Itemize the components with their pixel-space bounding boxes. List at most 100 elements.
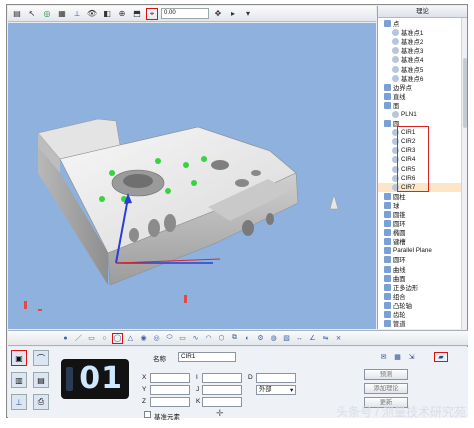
probe-tool-icon[interactable]: ⌒: [33, 350, 49, 366]
ellipse-feature-icon[interactable]: ⬭: [164, 333, 175, 344]
print-icon[interactable]: ⎙: [33, 394, 49, 410]
pointer-icon[interactable]: ↖: [26, 8, 38, 20]
polygon-feature-icon[interactable]: ⬡: [216, 333, 227, 344]
theory-tree-panel: 理论 点基准点1 基准点2 基准点3 基准点4 基准点5 基准点6 边界点 直线面 PLN1 圆 C…: [377, 6, 467, 329]
tree-item[interactable]: CIR3: [378, 146, 467, 155]
tree-item[interactable]: 圆环: [378, 219, 467, 228]
tree-item[interactable]: 基准点3: [378, 46, 467, 55]
tree-scrollbar[interactable]: [461, 18, 467, 329]
pipe-feature-icon[interactable]: ◍: [268, 333, 279, 344]
tree-item[interactable]: Parallel Plane: [378, 246, 467, 255]
select-icon[interactable]: ▤: [11, 8, 23, 20]
cylinder-feature-icon[interactable]: ◯: [112, 332, 123, 344]
zoom-icon[interactable]: ⊕: [116, 8, 128, 20]
cam-feature-icon[interactable]: ◐: [242, 333, 253, 344]
tree-item[interactable]: 曲面: [378, 274, 467, 283]
tree-item[interactable]: 圆环: [378, 255, 467, 264]
tree-item[interactable]: 球: [378, 201, 467, 210]
tree-item[interactable]: 边界点: [378, 83, 467, 92]
angle-feature-icon[interactable]: ∠: [307, 333, 318, 344]
tree-item[interactable]: 正多边形: [378, 283, 467, 292]
tree-item[interactable]: CIR1: [378, 128, 467, 137]
mail-icon[interactable]: ✉: [378, 352, 389, 362]
tree-item[interactable]: 点: [378, 19, 467, 28]
tree-item[interactable]: 基准点5: [378, 64, 467, 74]
tree-item-label: CAD模型: [393, 328, 419, 329]
chart-tool-icon[interactable]: ▤: [33, 372, 49, 388]
report-icon[interactable]: ▥: [11, 372, 27, 388]
tree-item[interactable]: 基准点6: [378, 74, 467, 83]
tree-item[interactable]: 面: [378, 101, 467, 110]
tree-item[interactable]: PLN1: [378, 110, 467, 119]
predict-button[interactable]: 预测: [364, 369, 408, 380]
intersect-feature-icon[interactable]: ⨯: [333, 333, 344, 344]
slot-feature-icon[interactable]: ▭: [177, 333, 188, 344]
tree-item[interactable]: 基准点4: [378, 55, 467, 64]
name-field[interactable]: CIR1: [178, 352, 236, 362]
tree-item[interactable]: 圆柱: [378, 192, 467, 201]
j-field[interactable]: [202, 385, 242, 395]
tree-item[interactable]: CIR5: [378, 165, 467, 174]
curve-feature-icon[interactable]: ∿: [190, 333, 201, 344]
tree-item[interactable]: 管道: [378, 319, 467, 328]
probe-icon[interactable]: ⬒: [131, 8, 143, 20]
sphere-feature-icon[interactable]: ◉: [138, 333, 149, 344]
combo-feature-icon[interactable]: ⧉: [229, 333, 240, 344]
tree-item[interactable]: CIR7: [378, 182, 467, 192]
grid-icon[interactable]: ▦: [56, 8, 68, 20]
cube-icon[interactable]: ◧: [101, 8, 113, 20]
tree-item[interactable]: CIR2: [378, 137, 467, 146]
plane-feature-icon[interactable]: ▭: [86, 333, 97, 344]
dropdown-icon[interactable]: ▾: [242, 8, 254, 20]
target-icon[interactable]: ◎: [41, 8, 53, 20]
move-icon[interactable]: ✥: [212, 8, 224, 20]
cone-feature-icon[interactable]: △: [125, 333, 136, 344]
tree-item[interactable]: 组合: [378, 292, 467, 301]
tree-item[interactable]: CAD模型: [378, 328, 467, 329]
distance-feature-icon[interactable]: ↔: [294, 333, 305, 344]
tree-item[interactable]: 直线: [378, 92, 467, 101]
tree-item[interactable]: 圆锥: [378, 210, 467, 219]
d-field[interactable]: [256, 373, 296, 383]
circle-feature-icon[interactable]: ○: [99, 333, 110, 344]
symmetry-feature-icon[interactable]: ⇋: [320, 333, 331, 344]
add-plus-icon[interactable]: ✛: [216, 408, 224, 419]
line-feature-icon[interactable]: ／: [73, 333, 84, 344]
eye-icon[interactable]: 👁: [86, 8, 98, 20]
tree-item[interactable]: 椭圆: [378, 228, 467, 237]
tree-item[interactable]: 基准点2: [378, 37, 467, 46]
value-input[interactable]: 0.00: [161, 8, 209, 19]
i-field[interactable]: [202, 373, 242, 383]
z-field[interactable]: [150, 397, 190, 407]
arrow-icon[interactable]: ▸: [227, 8, 239, 20]
crosshair-icon[interactable]: ⌖: [146, 7, 158, 20]
tree-item[interactable]: 基准点1: [378, 28, 467, 37]
tree-item[interactable]: 凸轮轴: [378, 301, 467, 310]
table-icon[interactable]: ▦: [392, 352, 403, 362]
axis-tool-icon[interactable]: ⊥: [11, 394, 27, 410]
point-feature-icon[interactable]: ●: [60, 333, 71, 344]
chevron-down-icon[interactable]: ▾: [290, 386, 293, 394]
add-theory-button[interactable]: 添加理论: [364, 383, 408, 394]
tree-item[interactable]: 键槽: [378, 237, 467, 246]
gear-feature-icon[interactable]: ⚙: [255, 333, 266, 344]
tree-item[interactable]: 齿轮: [378, 310, 467, 319]
datum-checkbox[interactable]: [144, 411, 151, 418]
tree-item-label: 键槽: [393, 239, 406, 247]
cad-viewport[interactable]: [8, 23, 376, 329]
cad-feature-icon[interactable]: ▧: [281, 333, 292, 344]
tree-item-label: CIR5: [401, 165, 416, 173]
axis-icon[interactable]: ⟂: [71, 8, 83, 20]
tree-item[interactable]: CIR4: [378, 155, 467, 164]
export-icon[interactable]: ⇲: [406, 352, 417, 362]
tree-item[interactable]: CIR6: [378, 174, 467, 183]
tree-item[interactable]: 圆: [378, 119, 467, 128]
y-field[interactable]: [150, 385, 190, 395]
x-field[interactable]: [150, 373, 190, 383]
tree-item[interactable]: 曲线: [378, 265, 467, 274]
camera-icon[interactable]: ▰: [434, 352, 448, 362]
torus-feature-icon[interactable]: ◎: [151, 333, 162, 344]
model-icon[interactable]: ▣: [11, 350, 27, 366]
surface-feature-icon[interactable]: ◠: [203, 333, 214, 344]
k-field[interactable]: [202, 397, 242, 407]
